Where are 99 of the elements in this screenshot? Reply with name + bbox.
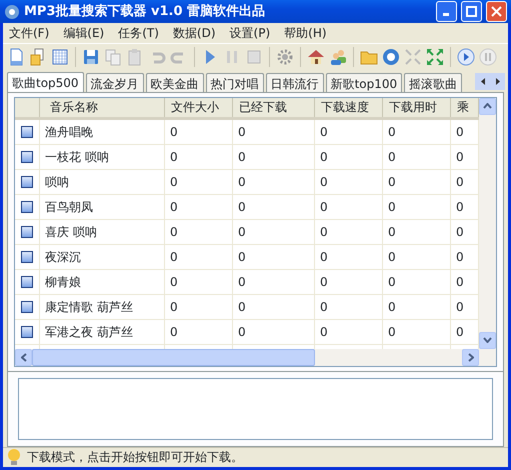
table-cell: 0 — [383, 244, 451, 269]
table-cell: 0 — [315, 120, 383, 144]
column-header[interactable]: 音乐名称 — [40, 98, 165, 117]
table-cell: 0 — [165, 294, 233, 319]
maximize-button[interactable] — [461, 1, 482, 22]
table-cell: 0 — [165, 194, 233, 219]
tab[interactable]: 流金岁月 — [86, 73, 144, 92]
tab[interactable]: 新歌top100 — [326, 73, 402, 92]
menu-item[interactable]: 数据(D) — [166, 24, 224, 42]
chevron-left-icon — [20, 352, 26, 362]
table-cell: 0 — [233, 270, 315, 294]
scroll-up-button[interactable] — [479, 98, 496, 115]
tab-scroll-left-icon[interactable] — [480, 77, 486, 86]
table-cell: 0 — [383, 120, 451, 144]
window-title: MP3批量搜索下载器 v1.0 雷脑软件出品 — [24, 2, 266, 21]
checkbox[interactable] — [21, 326, 33, 338]
chevron-right-icon — [468, 352, 474, 362]
table-cell: 喜庆 唢呐 — [40, 220, 165, 244]
menu-item[interactable]: 帮助(H) — [278, 24, 335, 42]
table-cell: 0 — [315, 320, 383, 344]
checkbox[interactable] — [21, 176, 33, 188]
table-cell: 0 — [233, 144, 315, 169]
table-cell: 0 — [165, 320, 233, 344]
checkbox[interactable] — [21, 126, 33, 138]
table-cell: 0 — [383, 220, 451, 244]
tab[interactable]: 欧美金曲 — [146, 73, 204, 92]
checkbox[interactable] — [21, 150, 33, 163]
expand-icon[interactable] — [426, 48, 444, 66]
table-cell: 0 — [165, 220, 233, 244]
table-cell: 0 — [315, 220, 383, 244]
table-cell: 0 — [315, 294, 383, 319]
minimize-button[interactable] — [436, 1, 457, 22]
play-circle-icon[interactable] — [457, 48, 475, 66]
close-icon — [491, 6, 502, 18]
column-header[interactable]: 文件大小 — [165, 98, 233, 117]
table-cell: 0 — [383, 320, 451, 344]
table-cell: 0 — [233, 320, 315, 344]
column-header[interactable]: 下载速度 — [315, 98, 383, 117]
table-cell: 唢呐 — [40, 170, 165, 194]
tab[interactable]: 热门对唱 — [206, 73, 264, 92]
table-cell: 0 — [315, 244, 383, 269]
table-cell: 0 — [383, 144, 451, 169]
table-cell: 夜深沉 — [40, 244, 165, 269]
app-icon — [4, 4, 20, 20]
tab[interactable]: 摇滚歌曲 — [404, 73, 462, 92]
scroll-down-button[interactable] — [479, 332, 496, 349]
table-cell: 0 — [315, 194, 383, 219]
scrollbar-thumb[interactable] — [32, 348, 315, 366]
table-cell: 0 — [233, 294, 315, 319]
status-text: 下载模式，点击开始按钮即可开始下载。 — [27, 449, 243, 466]
menu-item[interactable]: 任务(T) — [112, 24, 167, 42]
settings-icon[interactable] — [276, 48, 294, 66]
tab-scroll-right-icon[interactable] — [494, 77, 500, 86]
tab[interactable]: 日韩流行 — [266, 73, 324, 92]
table-cell: 0 — [165, 120, 233, 144]
tab[interactable]: 歌曲top500 — [7, 72, 84, 92]
column-header[interactable]: 下载用时 — [383, 98, 451, 117]
close-button[interactable] — [486, 1, 507, 22]
table-cell: 0 — [383, 294, 451, 319]
column-header[interactable]: 已经下载 — [233, 98, 315, 117]
table-cell: 0 — [165, 270, 233, 294]
table-cell: 军港之夜 葫芦丝 — [40, 320, 165, 344]
menu-item[interactable]: 设置(P) — [224, 24, 278, 42]
table-cell: 0 — [233, 120, 315, 144]
table-cell: 0 — [383, 270, 451, 294]
users-icon[interactable] — [329, 48, 347, 66]
table-cell: 0 — [165, 244, 233, 269]
checkbox[interactable] — [21, 276, 33, 288]
save-icon[interactable] — [82, 48, 100, 66]
table-cell: 0 — [383, 170, 451, 194]
chevron-up-icon — [483, 103, 492, 110]
maximize-icon — [466, 6, 477, 18]
scroll-left-button[interactable] — [15, 348, 32, 366]
table-cell: 渔舟唱晚 — [40, 120, 165, 144]
table-cell: 0 — [315, 170, 383, 194]
table-cell: 0 — [383, 194, 451, 219]
table-cell: 一枝花 唢呐 — [40, 144, 165, 169]
menu-item[interactable]: 文件(F) — [3, 24, 58, 42]
chevron-down-icon — [483, 337, 492, 344]
table-cell: 0 — [233, 244, 315, 269]
table-cell: 柳青娘 — [40, 270, 165, 294]
checkbox[interactable] — [21, 250, 33, 263]
checkbox[interactable] — [21, 200, 33, 213]
table-cell: 0 — [315, 270, 383, 294]
table-cell: 0 — [165, 170, 233, 194]
scroll-right-button[interactable] — [462, 348, 479, 366]
table-cell: 0 — [315, 144, 383, 169]
grid-icon[interactable] — [51, 48, 69, 66]
menu-item[interactable]: 编辑(E) — [57, 24, 112, 42]
home-icon[interactable] — [307, 48, 325, 66]
table-cell: 0 — [165, 144, 233, 169]
table-cell: 0 — [233, 194, 315, 219]
table-cell: 0 — [233, 170, 315, 194]
table-cell: 康定情歌 葫芦丝 — [40, 294, 165, 319]
checkbox[interactable] — [21, 300, 33, 313]
table-cell: 百鸟朝凤 — [40, 194, 165, 219]
table-cell: 0 — [233, 220, 315, 244]
lightbulb-icon — [7, 448, 21, 466]
checkbox[interactable] — [21, 226, 33, 238]
